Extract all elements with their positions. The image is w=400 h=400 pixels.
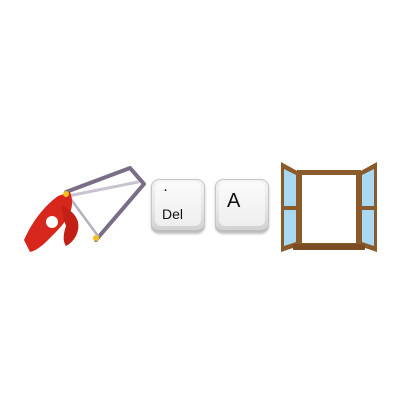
a-key-label: A: [227, 190, 241, 212]
delete-key-label: Del: [162, 206, 184, 222]
emoji-rebus: · Del A: [0, 0, 400, 400]
delete-key-icon: · Del: [151, 179, 205, 233]
open-window-icon: [281, 162, 377, 252]
a-key-icon: A: [215, 179, 269, 233]
hacksaw-icon: [24, 166, 146, 252]
key-dot: ·: [164, 185, 168, 197]
